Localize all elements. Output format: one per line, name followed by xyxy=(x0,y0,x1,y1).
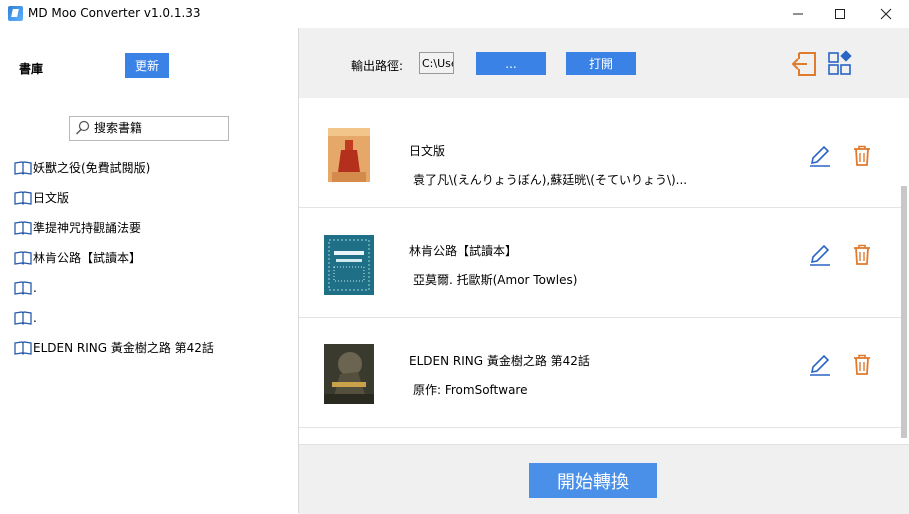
book-label: . xyxy=(33,281,37,295)
refresh-button[interactable]: 更新 xyxy=(125,53,169,78)
book-label: . xyxy=(33,311,37,325)
delete-icon[interactable] xyxy=(852,244,872,266)
exit-icon[interactable] xyxy=(790,50,818,78)
queue-item-author: 亞莫爾. 托歐斯(Amor Towles) xyxy=(413,273,578,287)
book-icon xyxy=(14,161,32,175)
library-title: 書庫 xyxy=(19,62,44,76)
conversion-queue: 日文版 袁了凡\(えんりょうぼん),蘇廷晄\(そていりょう\)... 林肯公路【… xyxy=(299,98,909,444)
search-box[interactable] xyxy=(69,116,229,141)
maximize-button[interactable] xyxy=(817,0,863,28)
queue-row[interactable]: 日文版 袁了凡\(えんりょうぼん),蘇廷晄\(そていりょう\)... xyxy=(299,98,901,208)
book-icon xyxy=(14,251,32,265)
edit-icon[interactable] xyxy=(808,144,832,168)
minimize-button[interactable] xyxy=(775,0,821,28)
output-path-field[interactable]: C:\Users xyxy=(419,52,454,74)
book-list-item[interactable]: . xyxy=(14,308,214,338)
output-toolbar: 輸出路徑: C:\Users ... 打開 xyxy=(299,28,909,98)
book-icon xyxy=(14,311,32,325)
book-list-item[interactable]: . xyxy=(14,278,214,308)
queue-row[interactable]: ELDEN RING 黃金樹之路 第42話 原作: FromSoftware xyxy=(299,318,901,428)
minimize-icon xyxy=(793,13,803,15)
delete-icon[interactable] xyxy=(852,354,872,376)
book-cover-image xyxy=(324,235,374,295)
edit-icon[interactable] xyxy=(808,243,832,267)
action-footer: 開始轉換 xyxy=(299,444,909,514)
book-icon xyxy=(14,341,32,355)
book-label: 妖獸之役(免費試閱版) xyxy=(33,161,151,175)
browse-button[interactable]: ... xyxy=(476,52,546,75)
delete-icon[interactable] xyxy=(852,145,872,167)
title-bar: MD Moo Converter v1.0.1.33 xyxy=(0,0,909,28)
book-label: 日文版 xyxy=(33,191,70,205)
start-convert-button[interactable]: 開始轉換 xyxy=(529,463,657,498)
book-label: ELDEN RING 黃金樹之路 第42話 xyxy=(33,341,214,355)
edit-icon[interactable] xyxy=(808,353,832,377)
book-list-item[interactable]: 妖獸之役(免費試閱版) xyxy=(14,158,214,188)
book-list-item[interactable]: 日文版 xyxy=(14,188,214,218)
book-cover-image xyxy=(328,128,370,182)
book-label: 林肯公路【試讀本】 xyxy=(33,251,142,265)
app-logo-icon xyxy=(8,6,23,21)
close-icon xyxy=(880,8,892,20)
book-list-item[interactable]: 林肯公路【試讀本】 xyxy=(14,248,214,278)
book-list: 妖獸之役(免費試閱版) 日文版 準提神咒持觀誦法要 林肯公路【試讀本】 . . … xyxy=(14,158,214,368)
book-list-item[interactable]: 準提神咒持觀誦法要 xyxy=(14,218,214,248)
search-input[interactable] xyxy=(94,119,222,136)
queue-scrollbar[interactable] xyxy=(901,186,907,438)
book-icon xyxy=(14,281,32,295)
queue-item-author: 袁了凡\(えんりょうぼん),蘇廷晄\(そていりょう\)... xyxy=(413,173,688,187)
book-list-item[interactable]: ELDEN RING 黃金樹之路 第42話 xyxy=(14,338,214,368)
maximize-icon xyxy=(835,9,845,19)
queue-row[interactable]: 林肯公路【試讀本】 亞莫爾. 托歐斯(Amor Towles) xyxy=(299,208,901,318)
open-folder-button[interactable]: 打開 xyxy=(566,52,636,75)
book-icon xyxy=(14,191,32,205)
book-cover-image xyxy=(324,344,374,404)
close-button[interactable] xyxy=(863,0,909,28)
main-panel: 輸出路徑: C:\Users ... 打開 日文版 xyxy=(299,28,909,514)
queue-item-author: 原作: FromSoftware xyxy=(413,383,528,397)
queue-item-title: 林肯公路【試讀本】 xyxy=(409,244,518,258)
apps-icon[interactable] xyxy=(827,49,855,77)
output-path-label: 輸出路徑: xyxy=(351,59,404,73)
window-title: MD Moo Converter v1.0.1.33 xyxy=(28,6,201,20)
search-icon xyxy=(76,120,90,135)
queue-item-title: ELDEN RING 黃金樹之路 第42話 xyxy=(409,354,590,368)
queue-item-title: 日文版 xyxy=(409,144,446,158)
book-icon xyxy=(14,221,32,235)
library-sidebar: 書庫 更新 妖獸之役(免費試閱版) 日文版 準提神咒持觀誦法要 林肯公路【試讀本… xyxy=(0,28,298,513)
book-label: 準提神咒持觀誦法要 xyxy=(33,221,142,235)
